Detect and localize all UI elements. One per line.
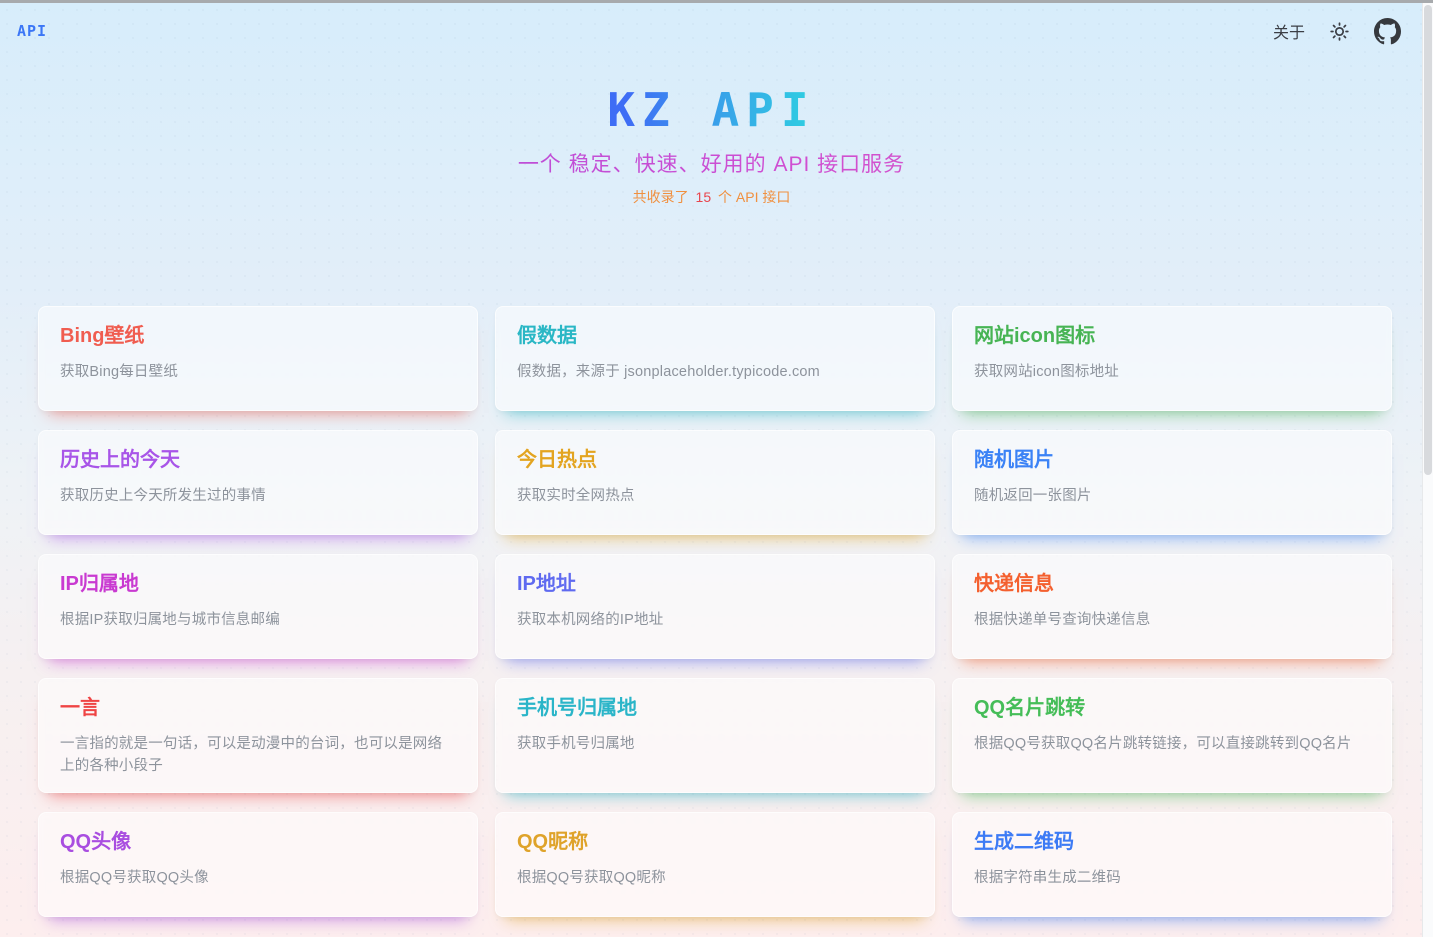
github-button[interactable]: [1374, 18, 1401, 45]
api-card-title: Bing壁纸: [60, 323, 456, 350]
api-card[interactable]: IP地址 获取本机网络的IP地址: [495, 554, 935, 659]
api-card-description: 获取Bing每日壁纸: [60, 361, 456, 383]
page-subtitle: 一个 稳定、快速、好用的 API 接口服务: [0, 148, 1423, 178]
api-card[interactable]: 手机号归属地 获取手机号归属地: [495, 678, 935, 793]
api-card-description: 获取历史上今天所发生过的事情: [60, 485, 456, 507]
api-card[interactable]: 假数据 假数据，来源于 jsonplaceholder.typicode.com: [495, 306, 935, 411]
api-card[interactable]: 一言 一言指的就是一句话，可以是动漫中的台词，也可以是网络上的各种小段子: [38, 678, 478, 793]
api-card-title: 今日热点: [517, 447, 913, 474]
api-card-description: 获取手机号归属地: [517, 733, 913, 755]
api-card[interactable]: 生成二维码 根据字符串生成二维码: [952, 812, 1392, 917]
api-card-title: QQ头像: [60, 829, 456, 856]
api-card-title: 假数据: [517, 323, 913, 350]
logo-link[interactable]: API: [17, 22, 47, 40]
hero-section: KZ API 一个 稳定、快速、好用的 API 接口服务 共收录了 15 个 A…: [0, 85, 1423, 207]
api-card[interactable]: Bing壁纸 获取Bing每日壁纸: [38, 306, 478, 411]
api-card-description: 获取网站icon图标地址: [974, 361, 1370, 383]
count-suffix: 个 API 接口: [718, 189, 790, 205]
api-card-description: 根据QQ号获取QQ名片跳转链接，可以直接跳转到QQ名片: [974, 733, 1370, 755]
api-card-title: 随机图片: [974, 447, 1370, 474]
api-card-description: 获取本机网络的IP地址: [517, 609, 913, 631]
api-card-description: 一言指的就是一句话，可以是动漫中的台词，也可以是网络上的各种小段子: [60, 733, 456, 778]
api-card-title: 网站icon图标: [974, 323, 1370, 350]
api-card-title: 快递信息: [974, 571, 1370, 598]
api-card-title: IP归属地: [60, 571, 456, 598]
api-card[interactable]: 历史上的今天 获取历史上今天所发生过的事情: [38, 430, 478, 535]
api-card-title: QQ名片跳转: [974, 695, 1370, 722]
api-card-description: 根据QQ号获取QQ昵称: [517, 867, 913, 889]
api-card[interactable]: QQ昵称 根据QQ号获取QQ昵称: [495, 812, 935, 917]
api-card-title: 生成二维码: [974, 829, 1370, 856]
api-card-title: 手机号归属地: [517, 695, 913, 722]
api-card-title: IP地址: [517, 571, 913, 598]
about-link[interactable]: 关于: [1273, 19, 1305, 43]
api-card-title: QQ昵称: [517, 829, 913, 856]
api-card[interactable]: QQ名片跳转 根据QQ号获取QQ名片跳转链接，可以直接跳转到QQ名片: [952, 678, 1392, 793]
header: API 关于: [0, 3, 1423, 59]
scrollbar-thumb[interactable]: [1424, 5, 1432, 475]
scrollbar[interactable]: [1422, 3, 1433, 937]
api-card[interactable]: 随机图片 随机返回一张图片: [952, 430, 1392, 535]
github-icon: [1374, 18, 1401, 45]
api-card-description: 根据字符串生成二维码: [974, 867, 1370, 889]
api-card-description: 根据QQ号获取QQ头像: [60, 867, 456, 889]
api-card[interactable]: QQ头像 根据QQ号获取QQ头像: [38, 812, 478, 917]
api-card[interactable]: 网站icon图标 获取网站icon图标地址: [952, 306, 1392, 411]
page-title: KZ API: [607, 85, 815, 136]
api-card[interactable]: 快递信息 根据快递单号查询快递信息: [952, 554, 1392, 659]
api-card-description: 根据快递单号查询快递信息: [974, 609, 1370, 631]
api-count-line: 共收录了 15 个 API 接口: [0, 187, 1423, 207]
api-card[interactable]: 今日热点 获取实时全网热点: [495, 430, 935, 535]
window-top-edge: [0, 0, 1433, 3]
api-card-description: 获取实时全网热点: [517, 485, 913, 507]
api-card-title: 一言: [60, 695, 456, 722]
api-card[interactable]: IP归属地 根据IP获取归属地与城市信息邮编: [38, 554, 478, 659]
api-card-description: 假数据，来源于 jsonplaceholder.typicode.com: [517, 361, 913, 383]
api-card-grid: Bing壁纸 获取Bing每日壁纸 假数据 假数据，来源于 jsonplaceh…: [0, 306, 1423, 917]
api-card-description: 根据IP获取归属地与城市信息邮编: [60, 609, 456, 631]
count-number: 15: [693, 189, 715, 205]
count-prefix: 共收录了: [633, 189, 689, 205]
header-nav: 关于: [1273, 18, 1401, 45]
page-background: API 关于: [0, 3, 1423, 937]
theme-toggle-button[interactable]: [1329, 21, 1350, 42]
api-card-description: 随机返回一张图片: [974, 485, 1370, 507]
sun-icon: [1329, 21, 1350, 42]
api-card-title: 历史上的今天: [60, 447, 456, 474]
